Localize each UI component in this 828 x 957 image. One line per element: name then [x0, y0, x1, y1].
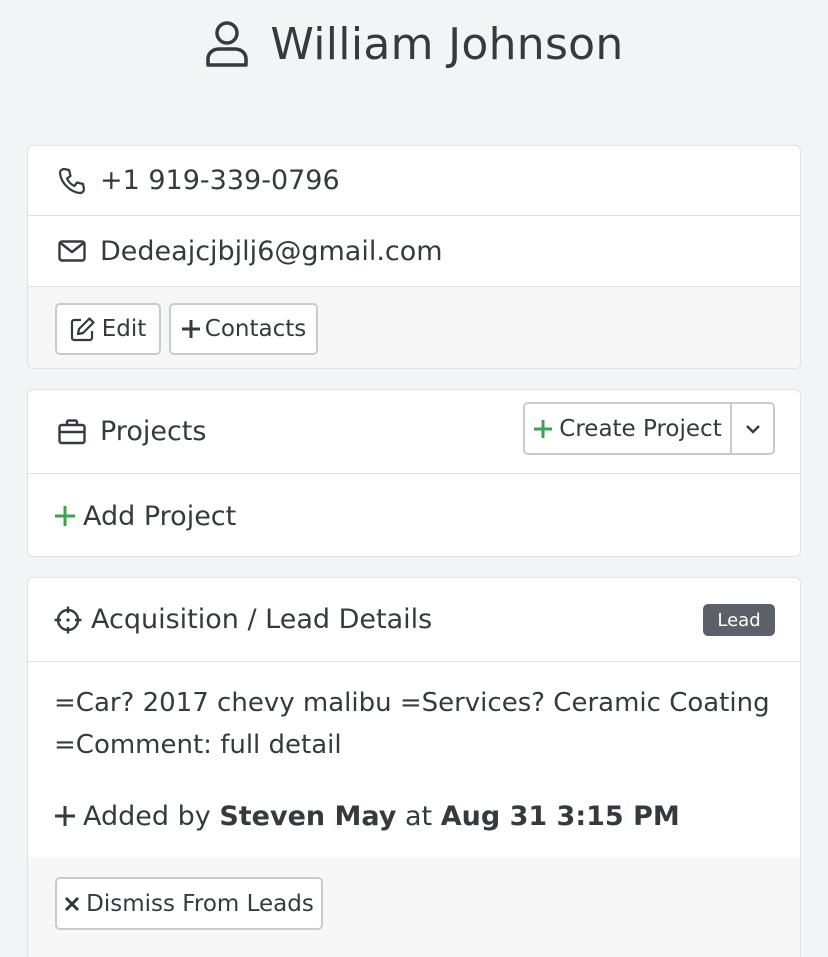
added-time: Aug 31 3:15 PM: [440, 800, 680, 832]
chevron-down-icon: [745, 424, 760, 434]
lead-details-text: =Car? 2017 chevy malibu =Services? Ceram…: [54, 682, 774, 766]
lead-details-line: =Car? 2017 chevy malibu =Services? Ceram…: [54, 688, 770, 718]
add-project-label: Add Project: [83, 500, 237, 532]
lead-details-line: =Comment: full detail: [54, 730, 342, 760]
phone-icon: [58, 167, 86, 194]
contact-actions: Edit Contacts: [28, 287, 800, 368]
contacts-button-label: Contacts: [204, 316, 307, 342]
contact-card: +1 919-339-0796 Dedeajcjbjlj6@gmail.com …: [27, 145, 801, 369]
phone-number[interactable]: +1 919-339-0796: [100, 165, 340, 196]
lead-actions: Dismiss From Leads: [28, 857, 800, 957]
email-address[interactable]: Dedeajcjbjlj6@gmail.com: [100, 236, 443, 267]
lead-title: Acquisition / Lead Details: [91, 604, 433, 635]
dismiss-button-label: Dismiss From Leads: [86, 890, 314, 917]
page-title: William Johnson: [270, 18, 624, 70]
email-row[interactable]: Dedeajcjbjlj6@gmail.com: [28, 216, 800, 287]
projects-card: Projects Create Project Add Project: [27, 389, 801, 557]
lead-details-card: Acquisition / Lead Details Lead =Car? 20…: [27, 577, 801, 957]
add-project-link[interactable]: Add Project: [28, 474, 800, 556]
briefcase-icon: [58, 418, 86, 444]
user-icon: [206, 21, 249, 67]
plus-icon: [534, 419, 553, 438]
added-prefix: Added by: [83, 800, 211, 832]
crosshair-icon: [54, 606, 82, 633]
lead-added-info: Added by Steven May at Aug 31 3:15 PM: [28, 796, 800, 836]
envelope-icon: [58, 240, 86, 262]
lead-status-badge: Lead: [703, 604, 775, 636]
lead-header: Acquisition / Lead Details Lead: [28, 578, 800, 662]
page-header: William Johnson: [0, 12, 828, 76]
edit-icon: [70, 317, 95, 342]
plus-icon: [55, 506, 75, 526]
phone-row[interactable]: +1 919-339-0796: [28, 146, 800, 216]
edit-button-label: Edit: [101, 316, 147, 342]
projects-header: Projects Create Project: [28, 390, 800, 474]
added-at-word: at: [404, 800, 433, 832]
plus-icon: [181, 320, 200, 338]
add-contacts-button[interactable]: Contacts: [169, 303, 318, 355]
create-project-button[interactable]: Create Project: [523, 402, 732, 455]
added-by-name: Steven May: [219, 800, 397, 832]
edit-button[interactable]: Edit: [55, 303, 161, 355]
close-icon: [65, 896, 80, 911]
create-project-dropdown-toggle[interactable]: [730, 402, 775, 455]
plus-icon: [55, 806, 75, 826]
create-project-label: Create Project: [559, 415, 722, 442]
dismiss-from-leads-button[interactable]: Dismiss From Leads: [55, 877, 323, 930]
projects-title: Projects: [100, 416, 207, 447]
